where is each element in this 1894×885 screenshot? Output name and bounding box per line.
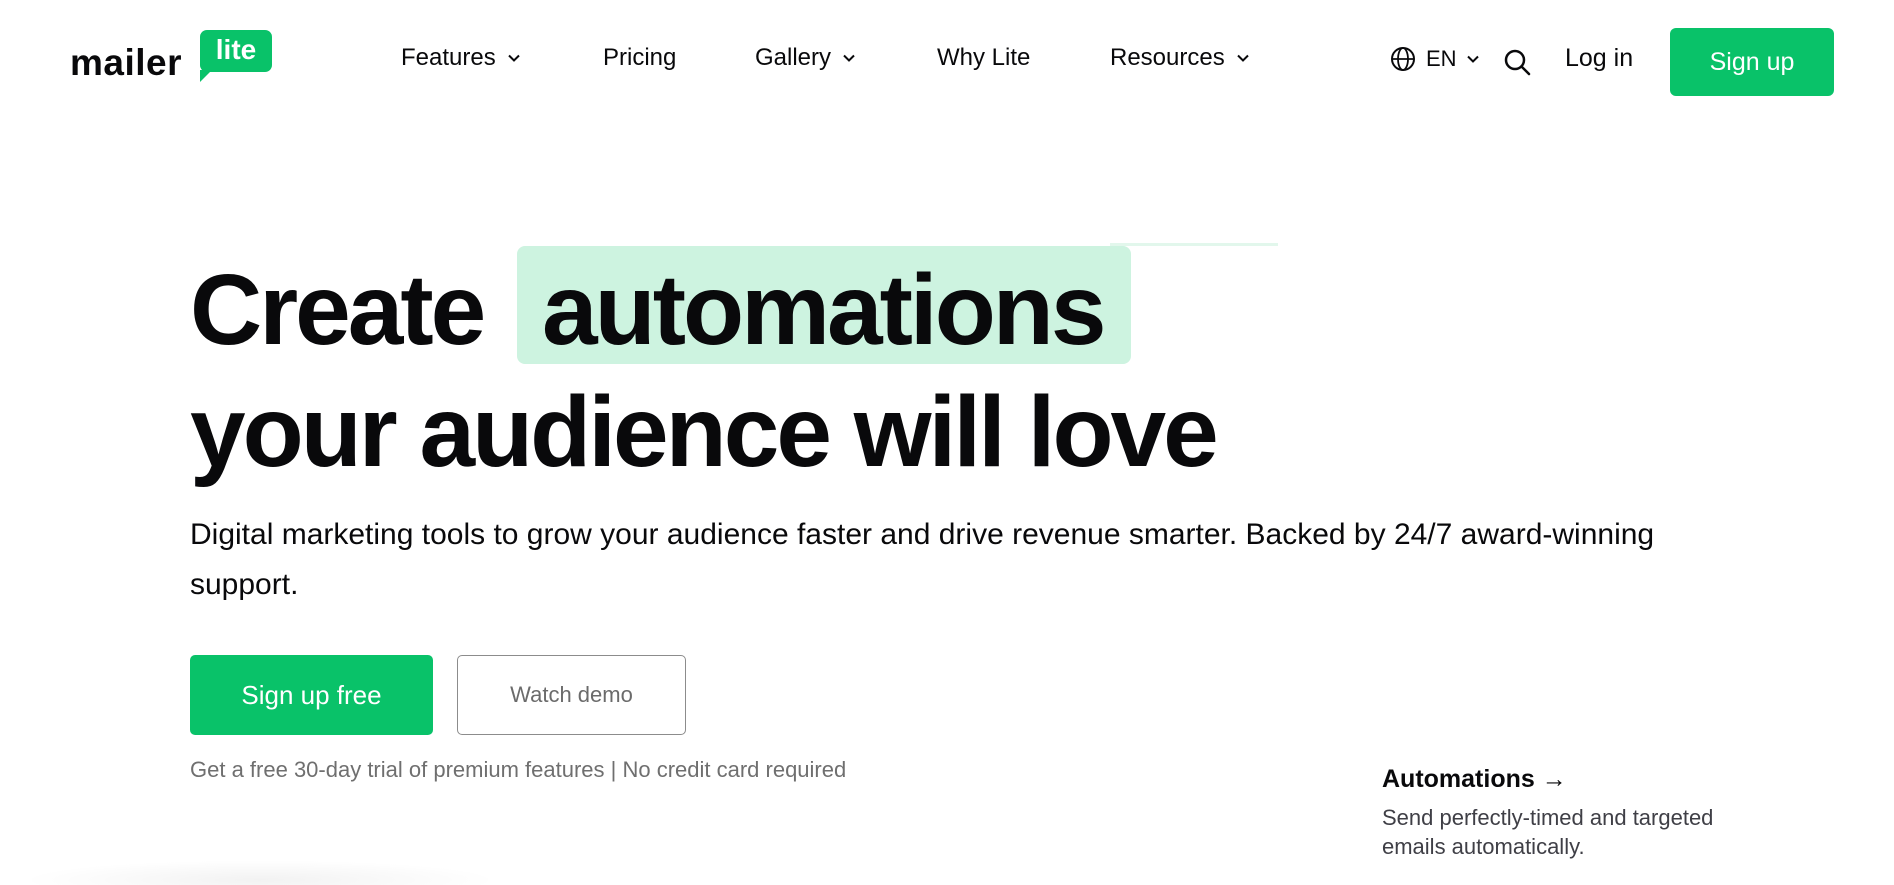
nav-gallery-label: Gallery: [755, 44, 832, 71]
nav-resources[interactable]: Resources: [1110, 44, 1249, 72]
hero-line1-prefix: Create: [190, 254, 486, 366]
watch-demo-button[interactable]: Watch demo: [457, 655, 686, 735]
globe-icon: [1391, 47, 1415, 71]
trial-note: Get a free 30-day trial of premium featu…: [190, 757, 847, 782]
login-link[interactable]: Log in: [1565, 44, 1633, 73]
mailerlite-logo[interactable]: mailer lite: [70, 30, 272, 84]
search-icon[interactable]: [1503, 48, 1531, 76]
chevron-down-icon: [843, 54, 855, 62]
card-shadow: [20, 860, 500, 885]
nav-gallery[interactable]: Gallery: [755, 44, 855, 72]
language-selector[interactable]: EN: [1390, 46, 1479, 72]
feature-link-automations[interactable]: Automations →: [1382, 765, 1567, 794]
nav-why-lite[interactable]: Why Lite: [937, 44, 1030, 72]
hero-line2: your audience will love: [190, 376, 1219, 488]
nav-why-lite-label: Why Lite: [937, 44, 1031, 71]
feature-title: Automations: [1382, 765, 1535, 793]
nav-pricing[interactable]: Pricing: [603, 44, 676, 72]
language-label: EN: [1426, 46, 1457, 71]
logo-wordmark: mailer: [70, 42, 183, 83]
logo-badge: lite: [200, 30, 272, 82]
nav-resources-label: Resources: [1110, 44, 1225, 71]
chevron-down-icon: [1237, 54, 1249, 62]
highlight-rule: [1110, 243, 1278, 246]
chevron-down-icon: [508, 54, 520, 62]
page: mailer lite Features Pricing Gallery Why…: [0, 0, 1894, 885]
nav-features[interactable]: Features: [401, 44, 520, 72]
arrow-right-icon: →: [1541, 765, 1567, 793]
hero-subtitle: Digital marketing tools to grow your aud…: [190, 518, 1655, 601]
chevron-down-icon: [1466, 55, 1479, 63]
signup-button[interactable]: Sign up: [1670, 28, 1834, 96]
feature-description: Send perfectly-timed and targeted emails…: [1382, 805, 1714, 859]
nav-features-label: Features: [401, 44, 496, 71]
hero-highlight-word: automations: [542, 254, 1106, 366]
nav-pricing-label: Pricing: [603, 44, 677, 71]
signup-free-button[interactable]: Sign up free: [190, 655, 433, 735]
